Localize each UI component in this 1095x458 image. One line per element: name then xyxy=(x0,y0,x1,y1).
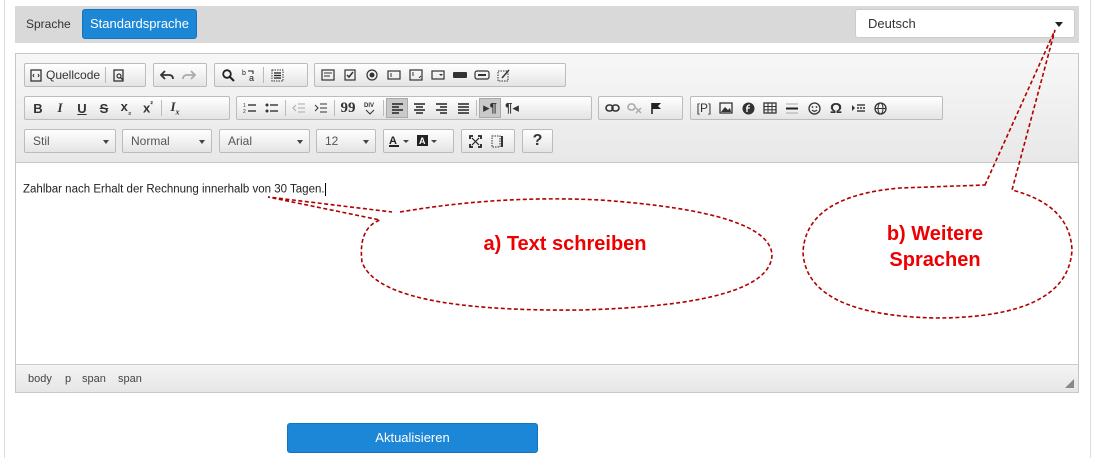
callout-b xyxy=(802,29,1073,319)
callout-b-bubble xyxy=(802,29,1073,319)
callout-b-line2: Sprachen xyxy=(889,249,981,271)
callout-b-line1: b) Weitere xyxy=(886,223,984,245)
page: Sprache Standardsprache Deutsch Quellcod… xyxy=(0,0,1095,458)
callout-a-text: a) Text schreiben xyxy=(483,233,647,255)
callout-b-text: b) Weitere Sprachen xyxy=(840,221,1030,273)
